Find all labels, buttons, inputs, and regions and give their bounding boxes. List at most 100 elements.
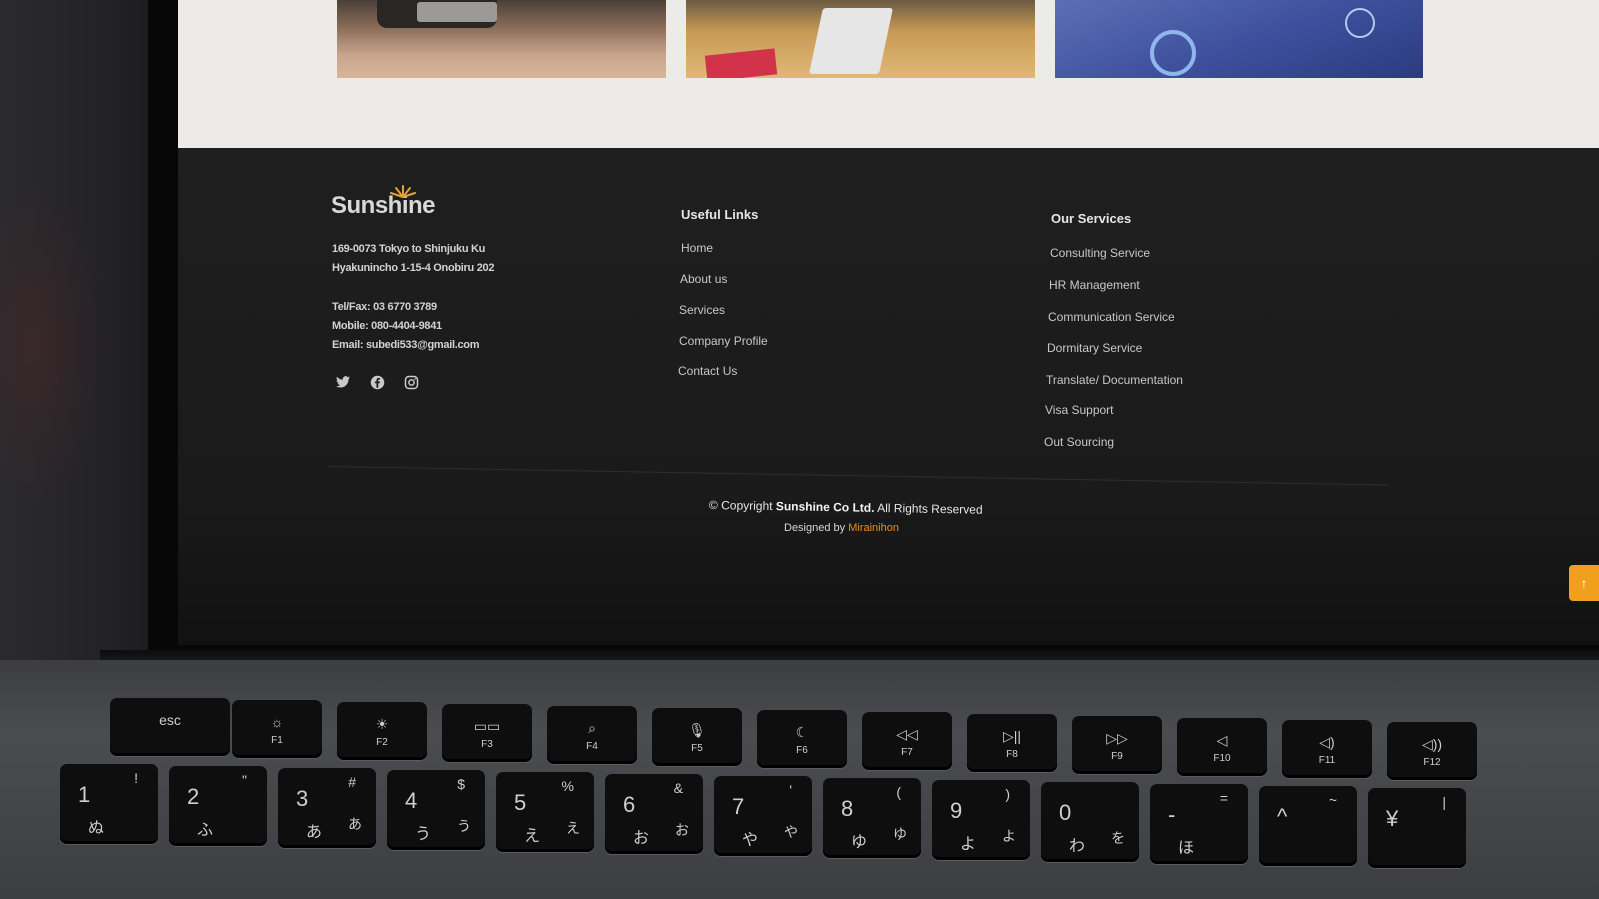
key-glyph: ◁ bbox=[1216, 732, 1228, 748]
key-glyph: ◁)) bbox=[1421, 736, 1443, 752]
key-num: ¥ bbox=[1386, 806, 1399, 831]
footer-divider bbox=[327, 466, 1388, 486]
key-8: 8(ゆゆ bbox=[823, 778, 921, 858]
key-glyph: ▷▷ bbox=[1106, 730, 1128, 746]
site-footer: Sunshine 169-0073 Tokyo to Shinjuku Ku H… bbox=[178, 148, 1599, 645]
footer-link-services[interactable]: Services bbox=[679, 303, 725, 317]
key-f12: ◁)) F12 bbox=[1387, 722, 1477, 780]
key-glyph: esc bbox=[159, 712, 181, 728]
key-num: - bbox=[1168, 802, 1176, 827]
tel-fax: Tel/Fax: 03 6770 3789 bbox=[332, 301, 437, 313]
copyright-company: Sunshine Co Ltd. bbox=[775, 499, 875, 515]
facebook-icon[interactable] bbox=[367, 372, 387, 392]
key-glyph: 🎙 bbox=[688, 722, 706, 738]
sunshine-logo[interactable]: Sunshine bbox=[331, 192, 436, 220]
designed-by-prefix: Designed by bbox=[784, 522, 846, 534]
back-to-top-button[interactable]: ↑ bbox=[1569, 565, 1599, 601]
key-kana: よ bbox=[1002, 828, 1016, 844]
twitter-icon[interactable] bbox=[333, 372, 353, 392]
key-num: 1 bbox=[78, 782, 91, 807]
key-sym: ! bbox=[134, 770, 138, 786]
key-sym: " bbox=[242, 772, 247, 788]
address-line-2: Hyakunincho 1-15-4 Onobiru 202 bbox=[332, 262, 495, 274]
key-glyph: ▭▭ bbox=[473, 718, 501, 734]
key-num: 5 bbox=[514, 790, 527, 815]
instagram-icon[interactable] bbox=[401, 372, 421, 392]
key-label: F12 bbox=[1423, 757, 1441, 768]
key-glyph: ☾ bbox=[795, 724, 809, 740]
key-num: 0 bbox=[1059, 800, 1072, 825]
key-sym: % bbox=[561, 778, 574, 794]
key-glyph: ☼ bbox=[270, 714, 284, 730]
key-num: 2 bbox=[187, 784, 200, 809]
key-kana2: う bbox=[415, 826, 432, 843]
key-kana: う bbox=[457, 818, 471, 834]
key-num: 3 bbox=[296, 786, 309, 811]
key-num: 9 bbox=[950, 798, 963, 823]
copyright-suffix: All Rights Reserved bbox=[877, 500, 983, 517]
key-glyph: ☀ bbox=[375, 716, 389, 732]
service-link-consulting[interactable]: Consulting Service bbox=[1050, 246, 1150, 260]
service-link-visa[interactable]: Visa Support bbox=[1045, 403, 1114, 417]
key-sym: $ bbox=[457, 776, 465, 792]
footer-link-company-profile[interactable]: Company Profile bbox=[679, 334, 768, 348]
arrow-up-icon: ↑ bbox=[1580, 575, 1588, 591]
designer-link[interactable]: Mirainihon bbox=[848, 522, 899, 534]
key-kana2: ふ bbox=[197, 822, 214, 839]
our-services-title: Our Services bbox=[1051, 211, 1132, 226]
email-address[interactable]: Email: subedi533@gmail.com bbox=[332, 339, 480, 351]
key-kana2: ゆ bbox=[851, 834, 868, 851]
key-label: F2 bbox=[376, 737, 388, 748]
key-sym: ) bbox=[1005, 786, 1010, 802]
key-0: 0 をわ bbox=[1041, 782, 1139, 862]
social-links bbox=[333, 372, 421, 392]
gallery-image-office[interactable] bbox=[686, 0, 1035, 78]
key-sym: ( bbox=[896, 784, 901, 800]
key-sym: ' bbox=[789, 782, 792, 798]
service-link-communication[interactable]: Communication Service bbox=[1048, 310, 1175, 324]
laptop-screen: Sunshine 169-0073 Tokyo to Shinjuku Ku H… bbox=[178, 0, 1599, 645]
key-label: F5 bbox=[691, 743, 703, 754]
key-glyph: ▷|| bbox=[1002, 728, 1022, 744]
address-line-1: 169-0073 Tokyo to Shinjuku Ku bbox=[332, 243, 486, 255]
key-f7: ◁◁ F7 bbox=[862, 712, 952, 770]
key-f3: ▭▭ F3 bbox=[442, 704, 532, 762]
footer-link-contact[interactable]: Contact Us bbox=[678, 364, 737, 378]
key-sym: = bbox=[1219, 790, 1228, 806]
key-sym: # bbox=[348, 774, 356, 790]
key-kana2: え bbox=[524, 828, 541, 845]
key-kana2: よ bbox=[960, 836, 977, 853]
key-label: F11 bbox=[1318, 755, 1336, 766]
service-link-hr[interactable]: HR Management bbox=[1049, 278, 1140, 292]
key-num: ^ bbox=[1277, 804, 1288, 829]
key-num: 6 bbox=[623, 792, 636, 817]
key-7: 7 ' やや bbox=[714, 776, 812, 856]
gallery-image-dormitory[interactable] bbox=[337, 0, 666, 78]
key-2: 2 " ふ bbox=[169, 766, 267, 846]
key-kana2: ほ bbox=[1178, 840, 1195, 857]
sun-icon bbox=[390, 185, 416, 198]
key-f2: ☀ F2 bbox=[337, 702, 427, 760]
key-num: 4 bbox=[405, 788, 418, 813]
key-f9: ▷▷ F9 bbox=[1072, 716, 1162, 774]
service-link-outsourcing[interactable]: Out Sourcing bbox=[1044, 435, 1114, 449]
key-kana: お bbox=[675, 822, 689, 838]
service-link-dormitory[interactable]: Dormitary Service bbox=[1047, 341, 1142, 355]
key-kana: を bbox=[1111, 830, 1125, 846]
key-kana2: わ bbox=[1069, 838, 1086, 855]
key-kana2: お bbox=[633, 830, 650, 847]
key-sym: & bbox=[673, 780, 683, 796]
key-label: F9 bbox=[1111, 751, 1123, 762]
key-6: 6 & おお bbox=[605, 774, 703, 854]
key-kana2: ぬ bbox=[88, 820, 105, 837]
footer-link-about[interactable]: About us bbox=[680, 272, 727, 286]
key-kana: え bbox=[566, 820, 580, 836]
key-f4: ⌕ F4 bbox=[547, 706, 637, 764]
useful-links-title: Useful Links bbox=[681, 207, 759, 222]
key-label: F1 bbox=[271, 735, 283, 746]
service-link-translate[interactable]: Translate/ Documentation bbox=[1046, 373, 1183, 387]
footer-link-home[interactable]: Home bbox=[681, 241, 713, 255]
gallery-image-technology[interactable] bbox=[1055, 0, 1423, 78]
key-kana: あ bbox=[348, 816, 362, 832]
key-f10: ◁ F10 bbox=[1177, 718, 1267, 776]
